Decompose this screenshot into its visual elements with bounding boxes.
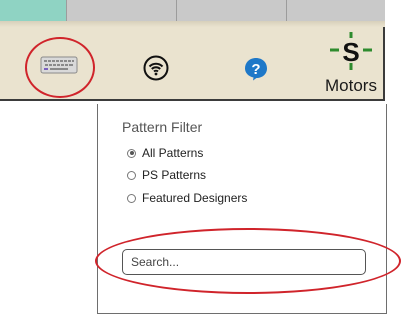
tab-4[interactable] — [286, 0, 385, 21]
radio-button[interactable] — [127, 170, 136, 180]
radio-label: PS Patterns — [142, 168, 207, 182]
toolbar: ? S Motors — [0, 0, 385, 101]
motors-label: Motors — [325, 76, 377, 95]
pattern-filter-title: Pattern Filter — [122, 119, 203, 135]
tab-1[interactable] — [0, 0, 66, 21]
motors-icon: S — [330, 32, 372, 70]
radio-ps-patterns[interactable]: PS Patterns — [127, 167, 206, 183]
radio-featured-designers[interactable]: Featured Designers — [127, 190, 247, 206]
radio-label: All Patterns — [142, 146, 204, 160]
wifi-icon — [143, 55, 169, 81]
svg-text:?: ? — [251, 61, 260, 78]
radio-all-patterns[interactable]: All Patterns — [127, 145, 203, 161]
help-button[interactable]: ? — [244, 57, 268, 81]
radio-button[interactable] — [127, 193, 136, 203]
tab-strip — [0, 0, 385, 21]
radio-button[interactable] — [127, 148, 136, 158]
tab-2[interactable] — [66, 0, 176, 21]
svg-text:S: S — [342, 37, 359, 67]
radio-label: Featured Designers — [142, 191, 248, 205]
keyboard-highlight-circle — [25, 37, 95, 98]
tab-3[interactable] — [176, 0, 286, 21]
help-icon: ? — [245, 58, 267, 81]
motors-button[interactable]: S Motors — [320, 30, 382, 98]
wifi-button[interactable] — [143, 55, 169, 81]
tab-shadow — [0, 21, 385, 27]
search-highlight-circle — [95, 228, 401, 294]
